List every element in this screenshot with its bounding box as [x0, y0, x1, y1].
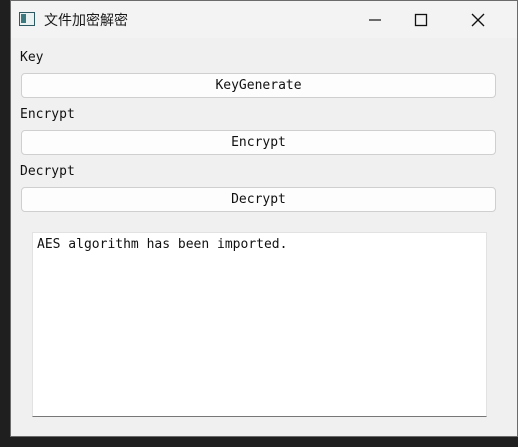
window-title: 文件加密解密 [44, 13, 128, 29]
close-icon [471, 13, 485, 27]
encrypt-label: Encrypt [20, 107, 75, 122]
output-log-text: AES algorithm has been imported. [37, 237, 288, 252]
decrypt-button[interactable]: Decrypt [21, 187, 496, 212]
maximize-button[interactable] [398, 1, 444, 38]
output-log[interactable]: AES algorithm has been imported. [32, 232, 487, 417]
decrypt-label: Decrypt [20, 164, 75, 179]
maximize-icon [414, 13, 428, 27]
app-icon [19, 12, 35, 26]
encrypt-button[interactable]: Encrypt [21, 130, 496, 155]
minimize-button[interactable] [352, 1, 398, 38]
app-window: 文件加密解密 Key KeyGenerate Encrypt Encrypt D… [10, 0, 518, 437]
close-button[interactable] [455, 1, 501, 38]
main-content: Key KeyGenerate Encrypt Encrypt Decrypt … [11, 38, 517, 436]
key-label: Key [20, 50, 44, 65]
key-generate-button[interactable]: KeyGenerate [21, 73, 496, 98]
title-bar[interactable]: 文件加密解密 [11, 1, 517, 38]
minimize-icon [369, 19, 381, 21]
